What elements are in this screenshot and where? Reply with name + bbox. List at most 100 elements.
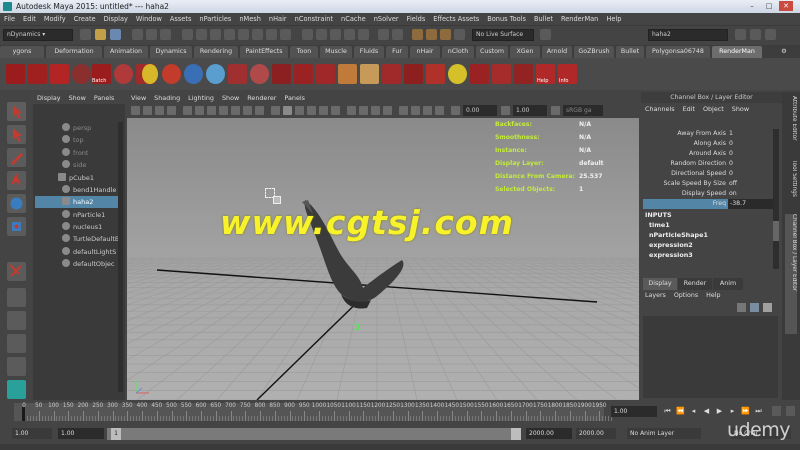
play-forwards-icon[interactable]: ▶	[715, 406, 724, 416]
menu-window[interactable]: Window	[132, 13, 166, 25]
depth-of-field-icon[interactable]	[383, 106, 392, 115]
menu-help[interactable]: Help	[602, 13, 625, 25]
cb-menu-channels[interactable]: Channels	[641, 103, 679, 115]
dome-light-icon[interactable]	[250, 64, 269, 84]
animation-start-field[interactable]: 1.00	[12, 428, 52, 439]
attr-value[interactable]: 1	[729, 129, 733, 139]
outliner-item-bend1handle[interactable]: bend1Handle	[62, 184, 116, 196]
menu-bullet[interactable]: Bullet	[530, 13, 557, 25]
select-camera-icon[interactable]	[131, 106, 140, 115]
viewport-menu-panels[interactable]: Panels	[280, 92, 309, 104]
outliner-item-defaultlightset[interactable]: defaultLightS	[62, 246, 116, 258]
move-tool-icon[interactable]	[7, 171, 26, 190]
ptc-icon[interactable]	[448, 64, 467, 84]
screen-space-ao-icon[interactable]	[347, 106, 356, 115]
save-scene-icon[interactable]	[110, 29, 121, 40]
color-management-icon[interactable]	[551, 106, 560, 115]
ribbox-icon[interactable]	[316, 64, 335, 84]
select-tool-icon[interactable]	[7, 102, 26, 121]
menu-effects-assets[interactable]: Effects Assets	[429, 13, 483, 25]
new-layer-selected-icon[interactable]	[750, 303, 759, 312]
range-bar[interactable]: 1	[107, 428, 521, 440]
multisample-aa-icon[interactable]	[371, 106, 380, 115]
outliner-item-pcube1[interactable]: pCube1	[58, 172, 94, 184]
tab-bullet[interactable]: Bullet	[616, 46, 644, 58]
minimize-button[interactable]: –	[745, 1, 759, 11]
ipr-render-icon[interactable]	[426, 29, 437, 40]
input-expression2[interactable]: expression2	[649, 240, 693, 250]
rotate-tool-icon[interactable]	[7, 194, 26, 213]
step-back-key-icon[interactable]: ◂	[689, 406, 698, 416]
animation-preferences-icon[interactable]	[772, 406, 781, 416]
outliner-menu-panels[interactable]: Panels	[90, 92, 119, 104]
close-button[interactable]: ✕	[779, 1, 793, 11]
tab-gozbrush[interactable]: GoZBrush	[574, 46, 614, 58]
glass-shader-icon[interactable]	[206, 64, 225, 84]
quick-selection-field[interactable]: haha2	[648, 29, 728, 41]
attr-along-axis[interactable]: Along Axis 0	[643, 139, 773, 149]
bake-icon[interactable]	[404, 64, 423, 84]
channel-box-scrollbar[interactable]	[773, 129, 779, 269]
outliner-item-side[interactable]: side	[62, 159, 86, 171]
anim-layer-dropdown[interactable]: No Anim Layer	[627, 428, 701, 439]
menu-bonus-tools[interactable]: Bonus Tools	[483, 13, 530, 25]
attr-random-direction[interactable]: Random Direction 0	[643, 159, 773, 169]
tab-fluids[interactable]: Fluids	[354, 46, 384, 58]
toggle-attribute-editor-icon[interactable]	[735, 29, 746, 40]
area-light-icon[interactable]	[228, 64, 247, 84]
tractor-icon[interactable]	[492, 64, 511, 84]
motion-blur-icon[interactable]	[359, 106, 368, 115]
step-back-frame-icon[interactable]: ⏪	[676, 406, 685, 416]
mask-deformations-icon[interactable]	[238, 29, 249, 40]
spot-light-icon[interactable]	[294, 64, 313, 84]
command-line[interactable]	[0, 444, 800, 450]
mask-joints-icon[interactable]	[196, 29, 207, 40]
menu-display[interactable]: Display	[100, 13, 132, 25]
outliner-item-front[interactable]: front	[62, 147, 88, 159]
playback-end-field[interactable]: 2000.00	[526, 428, 572, 439]
select-object-icon[interactable]	[146, 29, 157, 40]
select-component-icon[interactable]	[160, 29, 171, 40]
snap-curve-icon[interactable]	[316, 29, 327, 40]
perspective-viewport[interactable]: Backfaces: N/A Smoothness: N/A Instance:…	[127, 118, 639, 400]
menu-nhair[interactable]: nHair	[265, 13, 291, 25]
menu-nconstraint[interactable]: nConstraint	[291, 13, 337, 25]
shadows-icon[interactable]	[331, 106, 340, 115]
mask-rendering-icon[interactable]	[266, 29, 277, 40]
attr-value[interactable]: -38.7	[728, 199, 773, 209]
paint-select-icon[interactable]	[7, 148, 26, 167]
occlusion-icon[interactable]	[426, 64, 445, 84]
viewport-menu-shading[interactable]: Shading	[150, 92, 184, 104]
safe-action-icon[interactable]	[243, 106, 252, 115]
tab-animation[interactable]: Animation	[104, 46, 148, 58]
attr-around-axis[interactable]: Around Axis 0	[643, 149, 773, 159]
sidetab-channel-box[interactable]: Channel Box / Layer Editor	[785, 214, 797, 334]
select-hierarchy-icon[interactable]	[132, 29, 143, 40]
menu-fields[interactable]: Fields	[403, 13, 430, 25]
playback-start-field[interactable]: 1.00	[58, 428, 104, 439]
view-transform-field[interactable]: sRGB ga	[563, 105, 603, 116]
tab-xgen[interactable]: XGen	[510, 46, 540, 58]
layer-options-icon[interactable]	[763, 303, 772, 312]
attr-value[interactable]: 0	[729, 149, 733, 159]
render-icon[interactable]	[6, 64, 25, 84]
range-end-handle[interactable]	[511, 428, 521, 440]
scale-tool-icon[interactable]	[7, 217, 26, 236]
input-line-mode-icon[interactable]	[540, 29, 551, 40]
shelf-options-icon[interactable]: ⚙	[775, 46, 793, 58]
batch-icon[interactable]	[28, 64, 47, 84]
menu-edit[interactable]: Edit	[19, 13, 40, 25]
render-settings-shelf-icon[interactable]	[50, 64, 69, 84]
tab-custom[interactable]: Custom	[476, 46, 508, 58]
tab-painteffects[interactable]: PaintEffects	[240, 46, 288, 58]
input-time1[interactable]: time1	[649, 220, 670, 230]
last-tool-icon[interactable]	[7, 262, 26, 281]
step-forward-frame-icon[interactable]: ⏩	[741, 406, 750, 416]
snap-plane-icon[interactable]	[344, 29, 355, 40]
xray-joints-icon[interactable]	[423, 106, 432, 115]
snap-grid-icon[interactable]	[302, 29, 313, 40]
play-backwards-icon[interactable]: ◀	[702, 406, 711, 416]
open-scene-icon[interactable]	[95, 29, 106, 40]
attr-directional-speed[interactable]: Directional Speed 0	[643, 169, 773, 179]
live-surface-field[interactable]: No Live Surface	[472, 29, 534, 41]
